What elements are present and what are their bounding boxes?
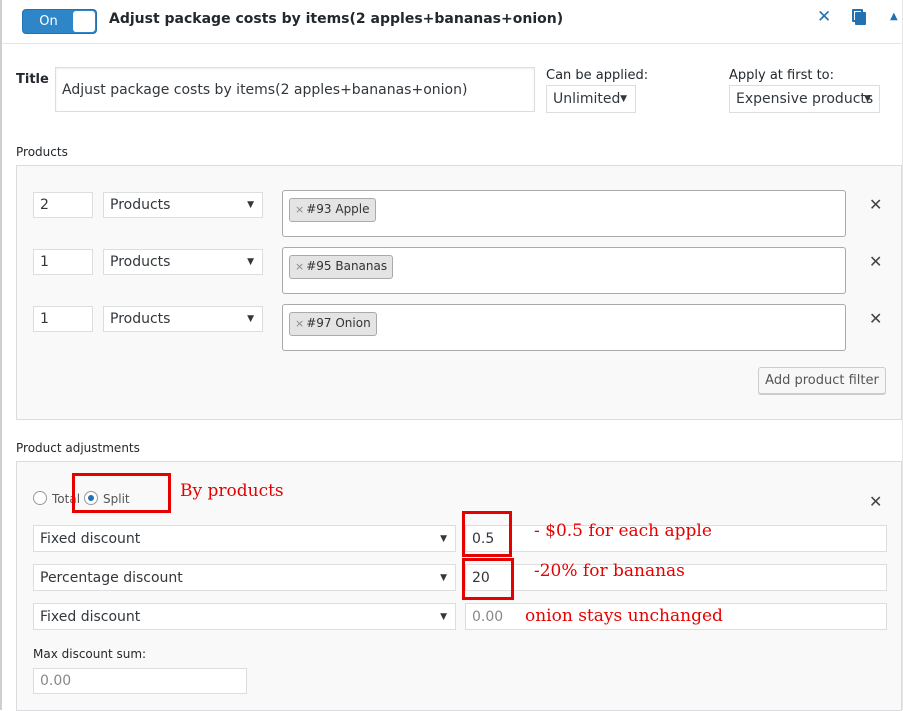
product-tag[interactable]: × #95 Bananas xyxy=(289,255,394,279)
product-type-select[interactable]: Products ▼ xyxy=(103,306,263,332)
remove-row-icon[interactable]: ✕ xyxy=(869,311,882,327)
product-qty-value: 2 xyxy=(40,197,49,213)
product-type-value: Products xyxy=(110,197,171,213)
product-tag[interactable]: × #93 Apple xyxy=(289,198,376,222)
adjustment-value-placeholder: 0.00 xyxy=(472,608,504,625)
product-qty-value: 1 xyxy=(40,254,49,270)
chevron-up-icon[interactable]: ▲ xyxy=(890,11,898,22)
chevron-down-icon: ▼ xyxy=(620,94,627,104)
close-icon[interactable]: ✕ xyxy=(817,8,831,26)
adjustments-section-label: Product adjustments xyxy=(16,441,140,455)
chevron-down-icon: ▼ xyxy=(247,257,254,267)
product-tag-label: #93 Apple xyxy=(306,202,370,216)
product-tag[interactable]: × #97 Onion xyxy=(289,312,377,336)
copy-icon-front xyxy=(855,12,866,25)
product-qty-input[interactable]: 1 xyxy=(33,306,93,332)
chevron-down-icon: ▼ xyxy=(440,572,447,583)
product-qty-input[interactable]: 2 xyxy=(33,192,93,218)
title-input-value: Adjust package costs by items(2 apples+b… xyxy=(62,81,468,98)
max-discount-input[interactable]: 0.00 xyxy=(33,668,247,694)
products-section-label: Products xyxy=(16,145,68,159)
total-radio[interactable] xyxy=(33,491,47,505)
product-tag-select[interactable]: × #95 Bananas xyxy=(282,247,846,294)
left-border xyxy=(0,0,2,710)
adjustment-type-value: Percentage discount xyxy=(40,569,183,586)
annotation-bananas: -20% for bananas xyxy=(534,561,685,581)
product-qty-value: 1 xyxy=(40,311,49,327)
adjustment-type-value: Fixed discount xyxy=(40,530,141,547)
annotation-by-products: By products xyxy=(180,481,284,501)
chevron-down-icon: ▼ xyxy=(247,314,254,324)
toggle-knob xyxy=(73,11,95,32)
tag-remove-icon[interactable]: × xyxy=(295,203,304,216)
chevron-down-icon: ▼ xyxy=(440,611,447,622)
adjustment-type-select[interactable]: Fixed discount ▼ xyxy=(33,603,456,630)
product-tag-label: #97 Onion xyxy=(306,316,371,330)
product-type-select[interactable]: Products ▼ xyxy=(103,192,263,218)
product-tag-select[interactable]: × #97 Onion xyxy=(282,304,846,351)
max-discount-placeholder: 0.00 xyxy=(40,673,72,689)
annotation-onion: onion stays unchanged xyxy=(525,606,723,626)
can-be-applied-label: Can be applied: xyxy=(546,68,649,83)
remove-adjustment-icon[interactable]: ✕ xyxy=(869,494,882,510)
adjustment-type-value: Fixed discount xyxy=(40,608,141,625)
copy-icon[interactable] xyxy=(852,9,866,25)
product-type-value: Products xyxy=(110,254,171,270)
can-be-applied-select[interactable]: Unlimited ▼ xyxy=(546,85,636,113)
adjustment-type-select[interactable]: Fixed discount ▼ xyxy=(33,525,456,552)
apply-first-value: Expensive products xyxy=(736,91,874,107)
adjustment-type-select[interactable]: Percentage discount ▼ xyxy=(33,564,456,591)
title-label: Title xyxy=(16,72,49,87)
product-tag-select[interactable]: × #93 Apple xyxy=(282,190,846,237)
annotation-box-bananas xyxy=(462,558,514,600)
product-type-value: Products xyxy=(110,311,171,327)
rule-toggle[interactable]: On xyxy=(22,9,97,34)
rule-title: Adjust package costs by items(2 apples+b… xyxy=(109,11,564,27)
product-type-select[interactable]: Products ▼ xyxy=(103,249,263,275)
apply-first-select[interactable]: Expensive products ▼ xyxy=(729,85,880,113)
annotation-box-apple xyxy=(462,511,512,557)
remove-row-icon[interactable]: ✕ xyxy=(869,197,882,213)
product-qty-input[interactable]: 1 xyxy=(33,249,93,275)
apply-first-label: Apply at first to: xyxy=(729,68,834,83)
tag-remove-icon[interactable]: × xyxy=(295,317,304,330)
annotation-apple: - $0.5 for each apple xyxy=(534,521,712,541)
can-be-applied-value: Unlimited xyxy=(553,91,621,107)
chevron-down-icon: ▼ xyxy=(440,533,447,544)
chevron-down-icon: ▼ xyxy=(864,94,871,104)
chevron-down-icon: ▼ xyxy=(247,200,254,210)
tag-remove-icon[interactable]: × xyxy=(295,260,304,273)
title-input[interactable]: Adjust package costs by items(2 apples+b… xyxy=(55,67,535,112)
max-discount-label: Max discount sum: xyxy=(33,647,147,661)
toggle-label: On xyxy=(39,14,58,29)
annotation-box-split xyxy=(72,473,171,513)
product-tag-label: #95 Bananas xyxy=(306,259,388,273)
remove-row-icon[interactable]: ✕ xyxy=(869,254,882,270)
add-product-filter-button[interactable]: Add product filter xyxy=(758,367,886,394)
